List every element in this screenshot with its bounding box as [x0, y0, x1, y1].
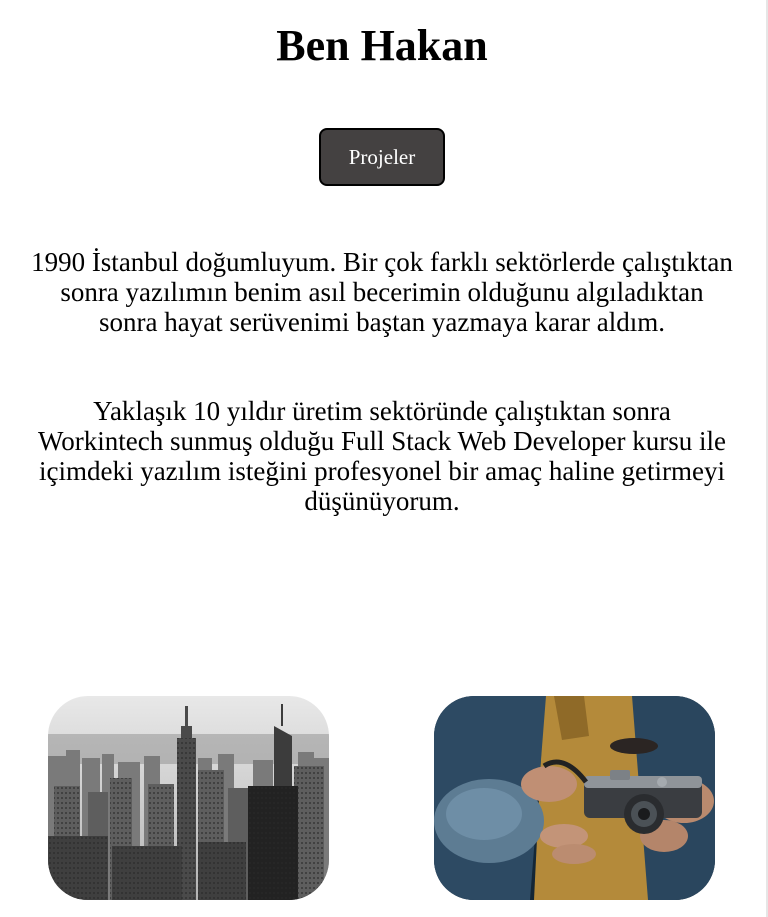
projects-button[interactable]: Projeler: [319, 128, 445, 186]
page-title: Ben Hakan: [276, 21, 488, 70]
city-skyline-photo: [48, 696, 329, 900]
bio-paragraph-2: Yaklaşık 10 yıldır üretim sektöründe çal…: [37, 396, 727, 516]
bio-paragraph-1: 1990 İstanbul doğumluyum. Bir çok farklı…: [31, 247, 733, 337]
camera-photo: [434, 696, 715, 900]
